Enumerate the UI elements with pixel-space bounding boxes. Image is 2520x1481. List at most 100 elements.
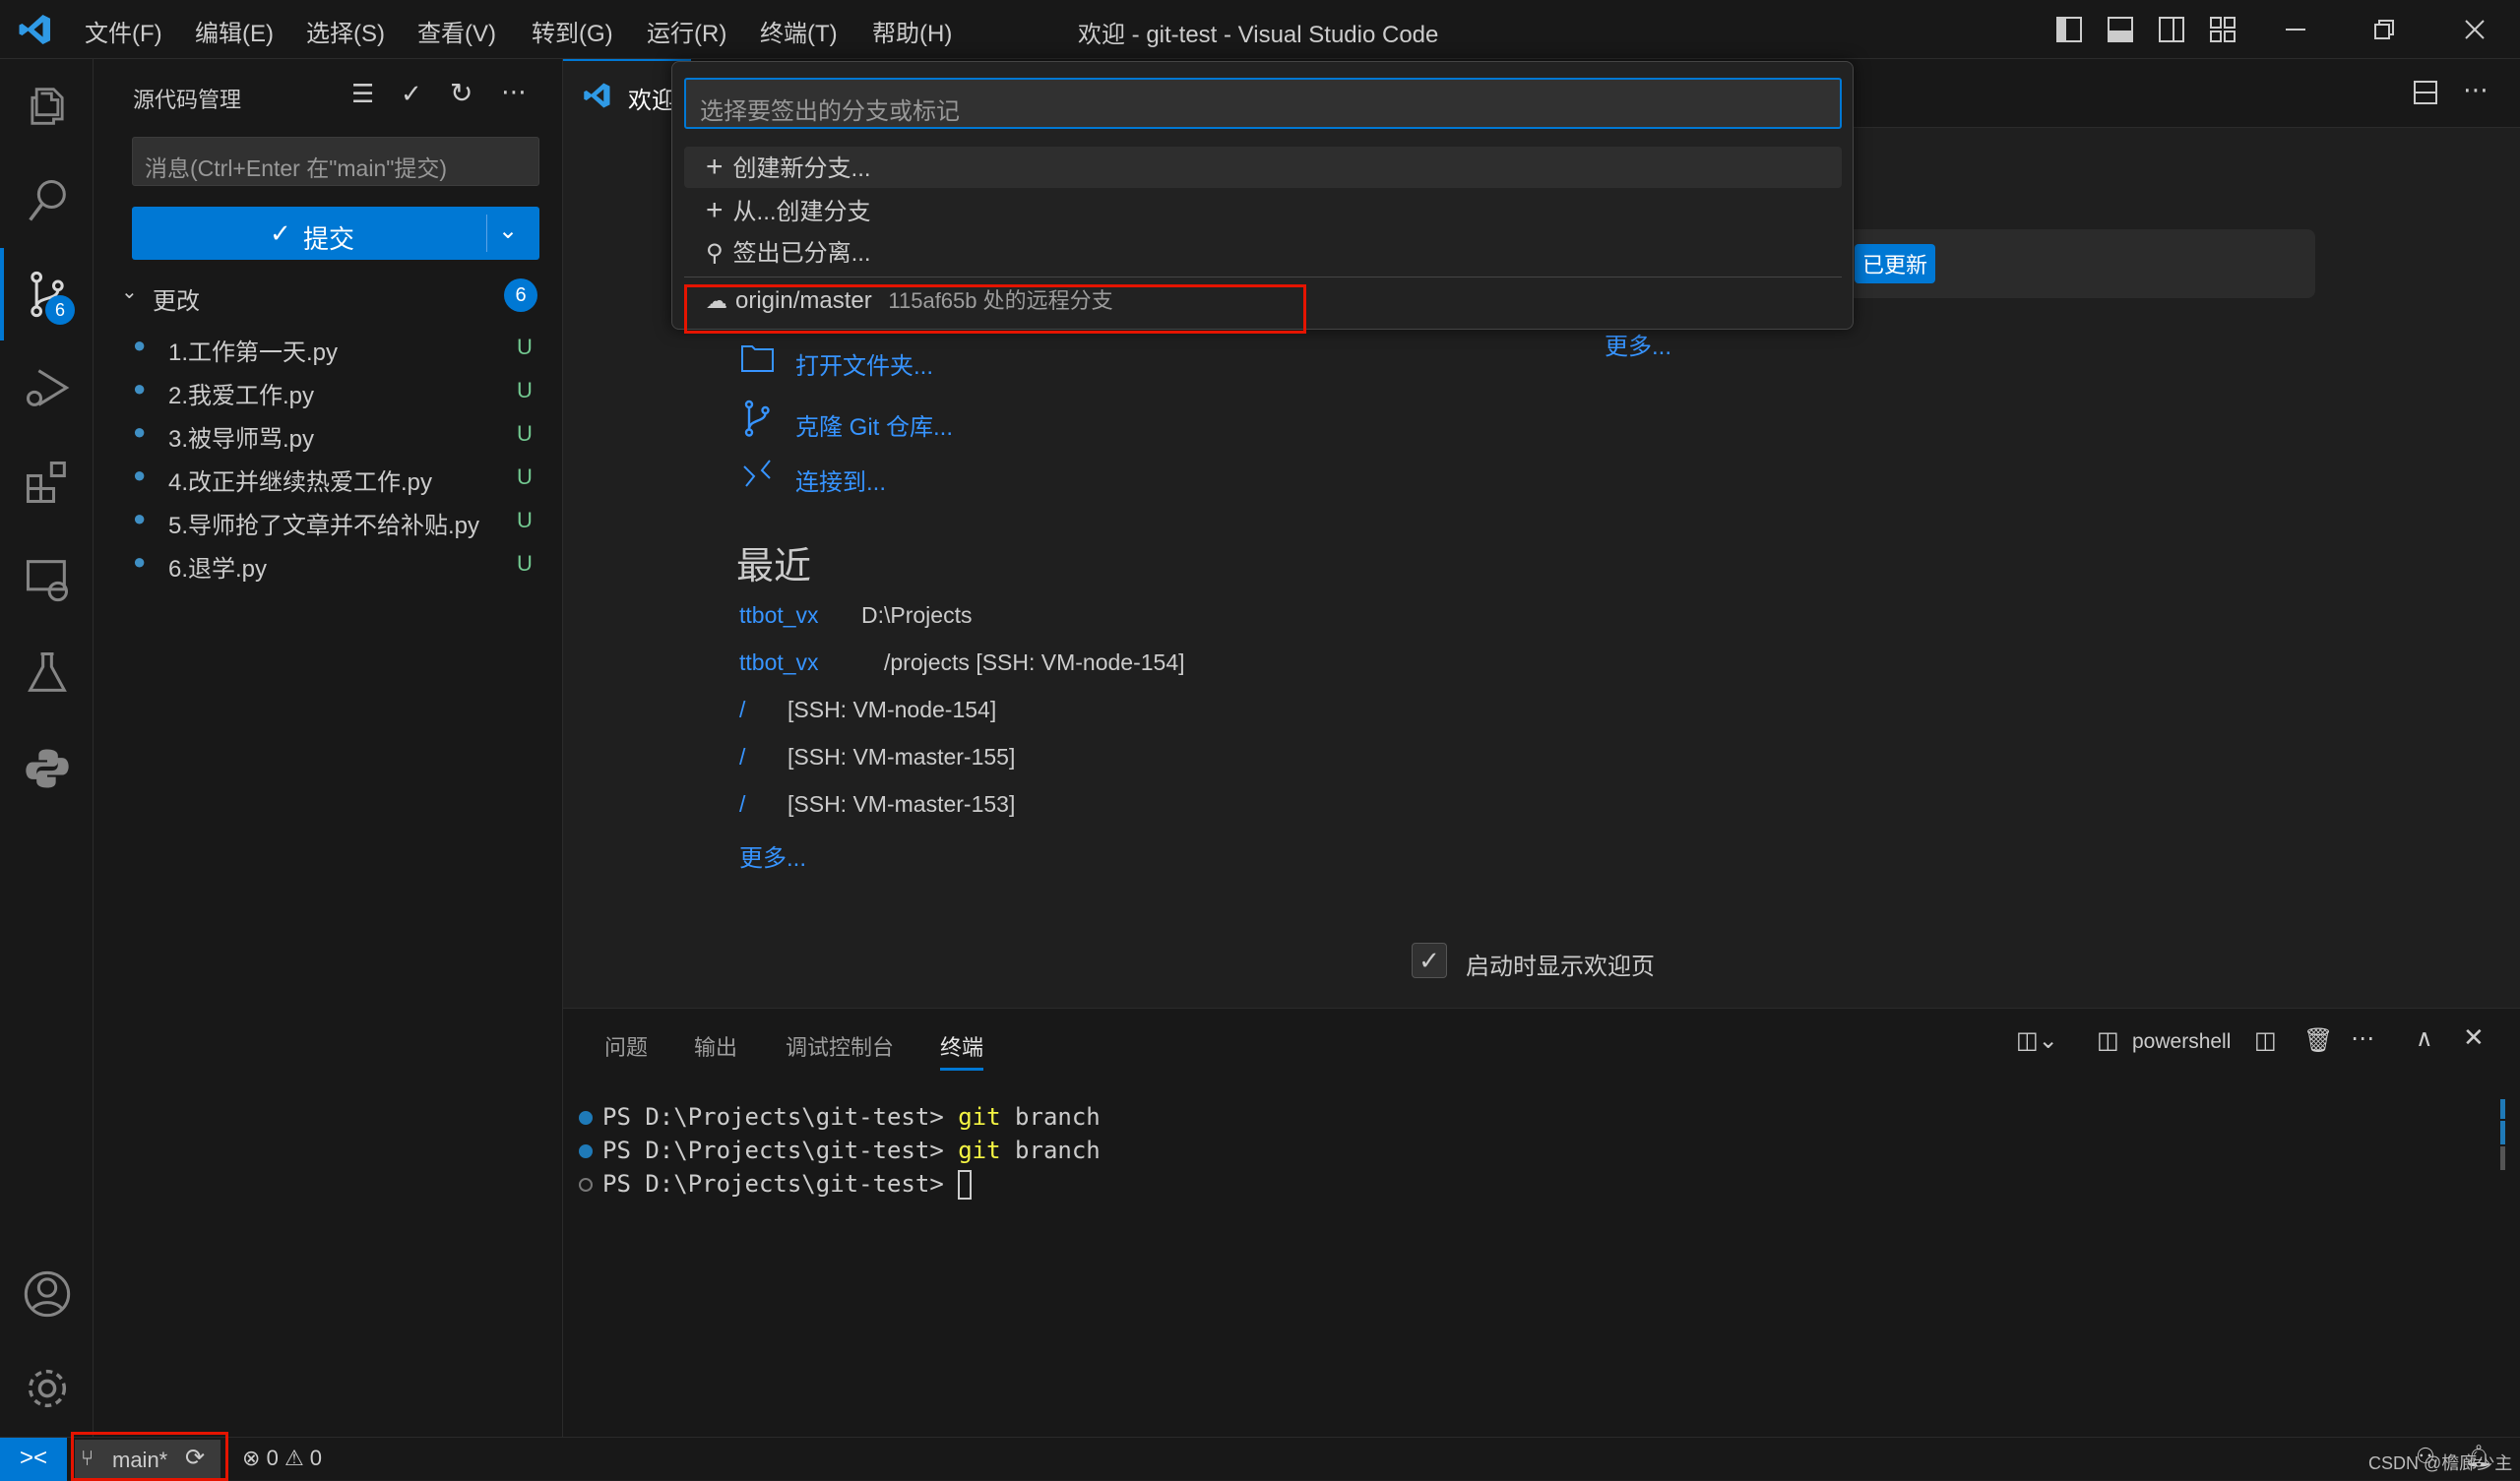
command-args: branch: [1000, 1137, 1101, 1164]
changed-file-item[interactable]: ● 4.改正并继续热爱工作.py U: [94, 457, 562, 496]
remote-indicator-icon[interactable]: ><: [0, 1438, 67, 1481]
recent-name-link[interactable]: /: [739, 791, 745, 818]
recent-name-link[interactable]: ttbot_vx: [739, 602, 819, 629]
command: git: [958, 1137, 1001, 1164]
customize-layout-icon[interactable]: [2209, 16, 2236, 43]
create-branch-item[interactable]: + 创建新分支...: [684, 147, 1842, 188]
scrollbar[interactable]: [2500, 1146, 2505, 1170]
status-bar: >< ⑂ main* ⟳ ⊗ 0 ⚠ 0 ⚇ 🔔︎ CSDN @檐廊少主: [0, 1432, 2520, 1481]
warning-count: 0: [309, 1446, 323, 1470]
menu-go[interactable]: 转到(G): [532, 14, 613, 48]
tab-label: 欢迎: [628, 88, 675, 114]
commit-button[interactable]: ✓ 提交 ⌄: [132, 207, 539, 260]
terminal-line: PS D:\Projects\git-test>: [602, 1170, 973, 1200]
scm-badge: 6: [45, 295, 75, 325]
terminal-panel: 问题 输出 调试控制台 终端 ◫⌄ ◫ powershell ◫ 🗑 ⋯ ∧ ✕…: [563, 1008, 2520, 1437]
tab-debug-console[interactable]: 调试控制台: [786, 1030, 894, 1062]
show-on-startup-checkbox[interactable]: ✓: [1412, 943, 1447, 978]
recent-path: D:\Projects: [861, 602, 973, 628]
view-as-tree-icon[interactable]: ☰: [351, 79, 374, 109]
prompt: PS D:\Projects\git-test>: [602, 1103, 959, 1131]
extensions-icon[interactable]: [22, 457, 73, 508]
run-debug-icon[interactable]: [22, 362, 73, 413]
new-terminal-split-icon[interactable]: ◫⌄: [2016, 1026, 2058, 1055]
command-decoration[interactable]: [579, 1144, 593, 1158]
python-file-icon: ●: [133, 506, 147, 530]
more-actions-icon[interactable]: ⋯: [2351, 1024, 2374, 1053]
testing-icon[interactable]: [22, 648, 73, 699]
item-label: 创建新分支...: [732, 155, 871, 182]
menu-view[interactable]: 查看(V): [417, 14, 496, 48]
commit-dropdown-chevron-icon[interactable]: ⌄: [498, 216, 518, 245]
more-actions-icon[interactable]: ⋯: [2463, 75, 2488, 105]
changed-file-item[interactable]: ● 5.导师抢了文章并不给补贴.py U: [94, 500, 562, 539]
tab-terminal[interactable]: 终端: [940, 1030, 983, 1062]
trash-icon[interactable]: 🗑: [2303, 1026, 2333, 1055]
tab-output[interactable]: 输出: [694, 1030, 737, 1062]
toggle-sidebar-icon[interactable]: [2055, 16, 2083, 43]
command-decoration[interactable]: [579, 1111, 593, 1125]
problems-status[interactable]: ⊗ 0 ⚠ 0: [242, 1446, 322, 1471]
commit-message-input[interactable]: 消息(Ctrl+Enter 在"main"提交): [132, 137, 539, 186]
changes-header[interactable]: 更改: [153, 281, 200, 316]
create-branch-from-item[interactable]: + 从...创建分支: [684, 190, 1842, 231]
toggle-secondary-sidebar-icon[interactable]: [2158, 16, 2185, 43]
maximize-panel-icon[interactable]: ∧: [2416, 1024, 2433, 1053]
item-label: 从...创建分支: [732, 199, 871, 225]
menu-edit[interactable]: 编辑(E): [195, 14, 274, 48]
command: git: [958, 1103, 1001, 1131]
changes-count-badge: 6: [504, 278, 537, 312]
account-icon[interactable]: [22, 1268, 73, 1320]
changed-file-item[interactable]: ● 6.退学.py U: [94, 543, 562, 583]
menu-file[interactable]: 文件(F): [85, 14, 162, 48]
recent-item[interactable]: / [SSH: VM-master-153]: [739, 791, 1625, 825]
refresh-icon[interactable]: ↻: [450, 77, 472, 109]
recent-heading: 最近: [736, 546, 812, 587]
menu-help[interactable]: 帮助(H): [872, 14, 952, 48]
recent-item[interactable]: ttbot_vx /projects [SSH: VM-node-154]: [739, 649, 1625, 683]
menu-selection[interactable]: 选择(S): [306, 14, 385, 48]
branch-search-input[interactable]: 选择要签出的分支或标记: [684, 78, 1842, 129]
close-panel-icon[interactable]: ✕: [2463, 1022, 2485, 1053]
more-actions-icon[interactable]: ⋯: [501, 77, 527, 107]
toggle-panel-icon[interactable]: [2107, 16, 2134, 43]
recent-item[interactable]: / [SSH: VM-master-155]: [739, 744, 1625, 777]
branch-item-origin-master[interactable]: ☁ origin/master 115af65b 处的远程分支: [684, 280, 1294, 322]
changed-file-item[interactable]: ● 1.工作第一天.py U: [94, 327, 562, 366]
source-control-sidebar: 源代码管理 ☰ ✓ ↻ ⋯ 消息(Ctrl+Enter 在"main"提交) ✓…: [94, 59, 563, 1437]
menu-run[interactable]: 运行(R): [647, 14, 726, 48]
recent-name-link[interactable]: ttbot_vx: [739, 649, 819, 676]
connect-label: 连接到...: [795, 469, 887, 496]
menu-terminal[interactable]: 终端(T): [760, 14, 838, 48]
commit-check-icon[interactable]: ✓: [401, 79, 422, 109]
checkout-detached-item[interactable]: ⚲ 签出已分离...: [684, 233, 1842, 275]
changed-file-item[interactable]: ● 2.我爱工作.py U: [94, 370, 562, 409]
split-editor-icon[interactable]: [2412, 79, 2439, 106]
python-icon[interactable]: [22, 743, 73, 794]
cloud-icon: ☁: [706, 288, 727, 313]
changed-file-item[interactable]: ● 3.被导师骂.py U: [94, 413, 562, 453]
split-terminal-icon[interactable]: ◫: [2254, 1026, 2277, 1055]
open-folder-label: 打开文件夹...: [795, 353, 934, 380]
recent-more-link[interactable]: 更多...: [739, 838, 806, 873]
restore-icon[interactable]: [2370, 16, 2398, 43]
sidebar-title: 源代码管理: [133, 88, 242, 112]
search-icon[interactable]: [22, 175, 73, 226]
command-decoration[interactable]: [579, 1178, 593, 1192]
settings-gear-icon[interactable]: [22, 1363, 73, 1414]
tab-problems[interactable]: 问题: [604, 1030, 648, 1062]
remote-explorer-icon[interactable]: [22, 553, 73, 604]
explorer-icon[interactable]: [22, 81, 73, 132]
recent-item[interactable]: / [SSH: VM-node-154]: [739, 697, 1625, 730]
recent-name-link[interactable]: /: [739, 744, 745, 771]
file-name: 2.我爱工作.py: [168, 383, 315, 409]
minimize-icon[interactable]: [2282, 16, 2309, 43]
chevron-down-icon[interactable]: ⌄: [121, 279, 138, 304]
close-window-icon[interactable]: [2461, 16, 2488, 43]
commit-check-icon: ✓: [270, 218, 291, 248]
terminal-shell-label[interactable]: powershell: [2132, 1030, 2231, 1054]
recent-name-link[interactable]: /: [739, 697, 745, 723]
activity-bar: 6: [0, 59, 94, 1437]
more-walkthroughs-link[interactable]: 更多...: [1605, 327, 1671, 361]
recent-item[interactable]: ttbot_vx D:\Projects: [739, 602, 1625, 636]
